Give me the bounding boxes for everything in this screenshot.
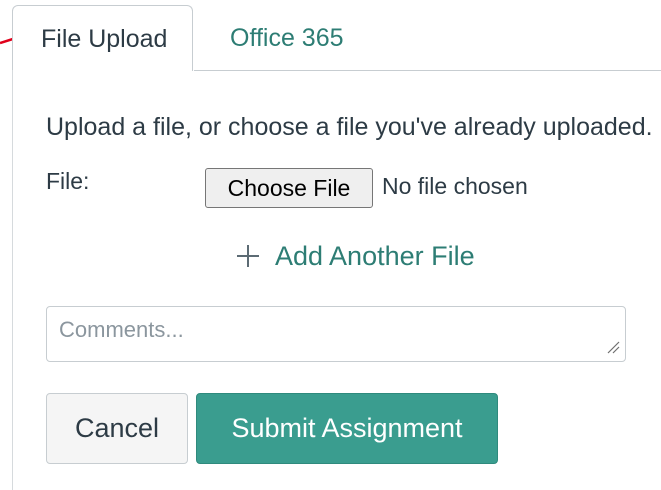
- tab-divider: [194, 70, 661, 71]
- plus-icon: [235, 243, 261, 269]
- cancel-button[interactable]: Cancel: [46, 393, 188, 464]
- add-another-file-link[interactable]: Add Another File: [235, 240, 475, 272]
- file-label: File:: [46, 168, 90, 194]
- file-status-text: No file chosen: [382, 173, 528, 199]
- tab-office-365-label: Office 365: [230, 24, 344, 52]
- tab-office-365[interactable]: Office 365: [230, 23, 344, 53]
- tab-file-upload-label: File Upload: [41, 25, 168, 53]
- tab-bar: File Upload Office 365: [0, 0, 661, 72]
- add-another-file-label: Add Another File: [275, 241, 475, 271]
- panel-border: [12, 70, 13, 490]
- tab-file-upload[interactable]: File Upload: [12, 5, 193, 71]
- upload-instructions: Upload a file, or choose a file you've a…: [46, 113, 653, 141]
- choose-file-button[interactable]: Choose File: [205, 168, 373, 208]
- comments-input[interactable]: [46, 306, 626, 362]
- submit-assignment-button[interactable]: Submit Assignment: [196, 393, 498, 464]
